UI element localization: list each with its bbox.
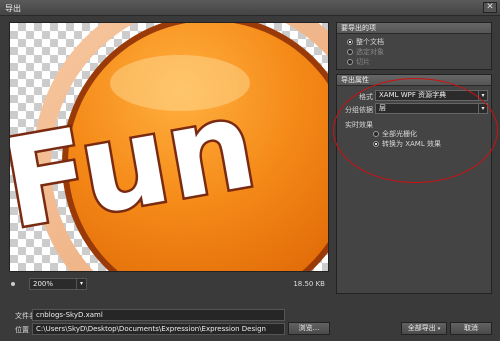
radio-label: 切片 [356, 58, 370, 66]
export-all-button[interactable]: 全部导出 ▾ [401, 322, 447, 335]
zoom-select[interactable]: 200% ▾ [29, 278, 87, 290]
location-label: 位置 [15, 326, 29, 334]
file-name-value: cnblogs-SkyD.xaml [36, 311, 103, 319]
zoom-indicator-icon [11, 282, 15, 286]
zoom-bar: 200% ▾ 18.50 KB [9, 276, 329, 292]
location-input[interactable]: C:\Users\SkyD\Desktop\Documents\Expressi… [32, 323, 285, 335]
file-size: 18.50 KB [293, 280, 325, 288]
title-bar: 导出 ✕ [0, 0, 500, 16]
radio-slices[interactable]: 切片 [347, 58, 370, 66]
chevron-down-icon: ▾ [437, 326, 441, 332]
format-label: 格式 [359, 93, 373, 101]
radio-rasterize-all[interactable]: 全部光栅化 [373, 130, 417, 138]
radio-empty-icon [347, 49, 353, 55]
export-properties-panel: 导出属性 格式 XAML WPF 资源字典 ▾ 分组依据 层 ▾ 实时效果 全部… [336, 74, 492, 294]
radio-selected-objects[interactable]: 选定对象 [347, 48, 384, 56]
radio-selected-icon [347, 39, 353, 45]
radio-convert-xaml-effects[interactable]: 转换为 XAML 效果 [373, 140, 441, 148]
group-by-value: 层 [379, 104, 386, 112]
chevron-down-icon: ▾ [478, 104, 487, 113]
group-by-label: 分组依据 [345, 106, 373, 114]
file-name-input[interactable]: cnblogs-SkyD.xaml [32, 309, 285, 321]
export-all-label: 全部导出 [407, 324, 436, 332]
browse-button[interactable]: 浏览... [288, 322, 330, 335]
radio-label: 全部光栅化 [382, 130, 417, 138]
cancel-label: 取消 [464, 324, 478, 332]
radio-label: 转换为 XAML 效果 [382, 140, 441, 148]
cancel-button[interactable]: 取消 [450, 322, 492, 335]
export-area-panel: 要导出的项 整个文档 选定对象 切片 [336, 22, 492, 70]
chevron-down-icon: ▾ [478, 91, 487, 100]
live-effects-label: 实时效果 [345, 121, 373, 129]
export-preview[interactable]: Fun [9, 22, 329, 272]
fun-artwork-image: Fun [10, 23, 328, 271]
export-properties-header: 导出属性 [337, 75, 491, 86]
radio-label: 整个文档 [356, 38, 384, 46]
format-select[interactable]: XAML WPF 资源字典 ▾ [375, 90, 488, 101]
location-value: C:\Users\SkyD\Desktop\Documents\Expressi… [36, 325, 266, 333]
format-value: XAML WPF 资源字典 [379, 91, 447, 99]
chevron-down-icon: ▾ [76, 279, 86, 289]
radio-selected-icon [373, 141, 379, 147]
radio-whole-document[interactable]: 整个文档 [347, 38, 384, 46]
zoom-value: 200% [33, 280, 54, 288]
radio-empty-icon [347, 59, 353, 65]
export-area-header: 要导出的项 [337, 23, 491, 34]
window-title: 导出 [5, 4, 21, 13]
close-icon: ✕ [486, 2, 494, 12]
group-by-select[interactable]: 层 ▾ [375, 103, 488, 114]
radio-label: 选定对象 [356, 48, 384, 56]
close-button[interactable]: ✕ [483, 2, 497, 13]
radio-empty-icon [373, 131, 379, 137]
browse-label: 浏览... [298, 324, 320, 332]
